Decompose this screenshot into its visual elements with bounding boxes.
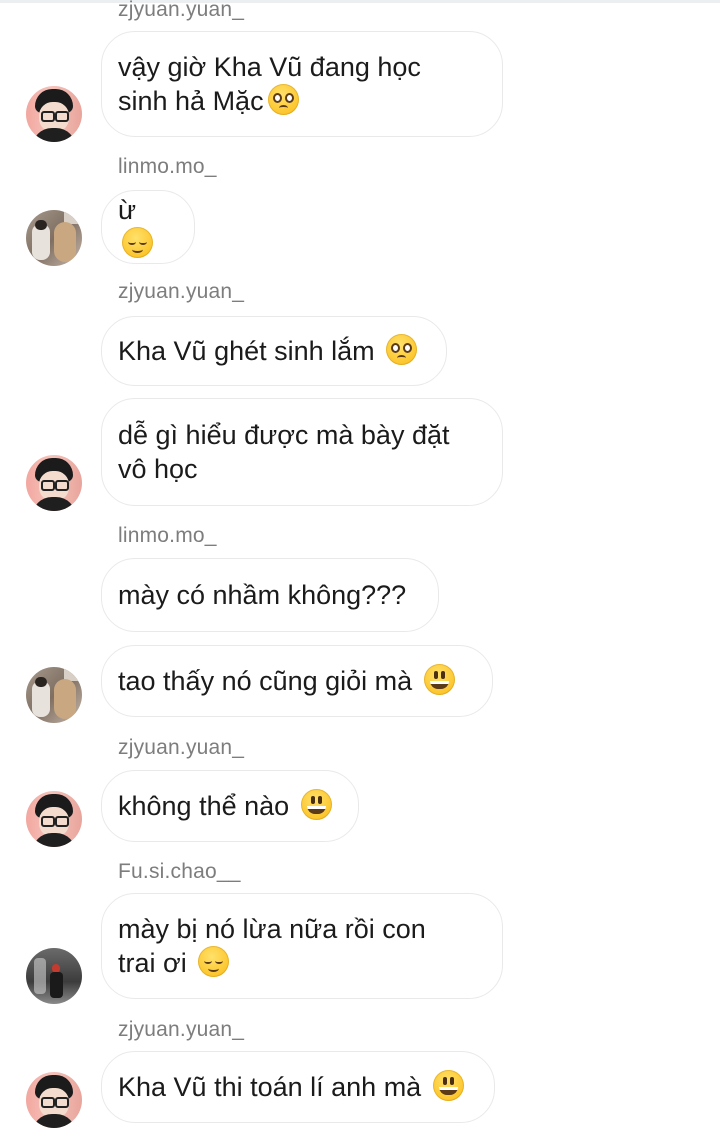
- message-bubble[interactable]: Kha Vũ ghét sinh lắm: [101, 316, 447, 386]
- avatar[interactable]: [26, 791, 82, 847]
- top-divider: [0, 0, 720, 3]
- message-bubble[interactable]: không thể nào: [101, 770, 359, 842]
- sender-username[interactable]: linmo.mo_: [118, 524, 217, 548]
- message-bubble[interactable]: Kha Vũ thi toán lí anh mà: [101, 1051, 495, 1123]
- message-text: dễ gì hiểu được mà bày đặt vô học: [118, 420, 450, 484]
- message-text: ừ: [118, 193, 178, 261]
- grinning-face-emoji: [423, 664, 455, 695]
- relieved-face-emoji: [198, 946, 230, 977]
- message-bubble[interactable]: ừ: [101, 190, 195, 264]
- message-text: mày bị nó lừa nữa rồi con trai ơi: [118, 914, 426, 978]
- avatar[interactable]: [26, 1072, 82, 1128]
- avatar[interactable]: [26, 948, 82, 1004]
- pleading-face-emoji: [386, 334, 418, 365]
- message-bubble[interactable]: mày bị nó lừa nữa rồi con trai ơi: [101, 893, 503, 999]
- message-text: Kha Vũ ghét sinh lắm: [118, 334, 418, 368]
- grinning-face-emoji: [432, 1070, 464, 1101]
- message-bubble[interactable]: tao thấy nó cũng giỏi mà: [101, 645, 493, 717]
- message-text: vậy giờ Kha Vũ đang học sinh hả Mặc: [118, 52, 421, 116]
- avatar[interactable]: [26, 210, 82, 266]
- message-bubble[interactable]: dễ gì hiểu được mà bày đặt vô học: [101, 398, 503, 506]
- avatar[interactable]: [26, 667, 82, 723]
- pleading-face-emoji: [267, 84, 299, 115]
- sender-username[interactable]: zjyuan.yuan_: [118, 1018, 244, 1042]
- avatar[interactable]: [26, 86, 82, 142]
- message-text: không thể nào: [118, 789, 332, 823]
- sender-username[interactable]: Fu.si.chao__: [118, 860, 241, 884]
- message-text: mày có nhầm không???: [118, 580, 407, 610]
- sender-username[interactable]: zjyuan.yuan_: [118, 0, 244, 22]
- message-bubble[interactable]: mày có nhầm không???: [101, 558, 439, 632]
- message-text: tao thấy nó cũng giỏi mà: [118, 664, 455, 698]
- sender-username[interactable]: zjyuan.yuan_: [118, 280, 244, 304]
- sender-username[interactable]: zjyuan.yuan_: [118, 736, 244, 760]
- message-text: Kha Vũ thi toán lí anh mà: [118, 1070, 464, 1104]
- relieved-face-emoji: [122, 227, 153, 258]
- sender-username[interactable]: linmo.mo_: [118, 155, 217, 179]
- avatar[interactable]: [26, 455, 82, 511]
- message-bubble[interactable]: vậy giờ Kha Vũ đang học sinh hả Mặc: [101, 31, 503, 137]
- grinning-face-emoji: [300, 789, 332, 820]
